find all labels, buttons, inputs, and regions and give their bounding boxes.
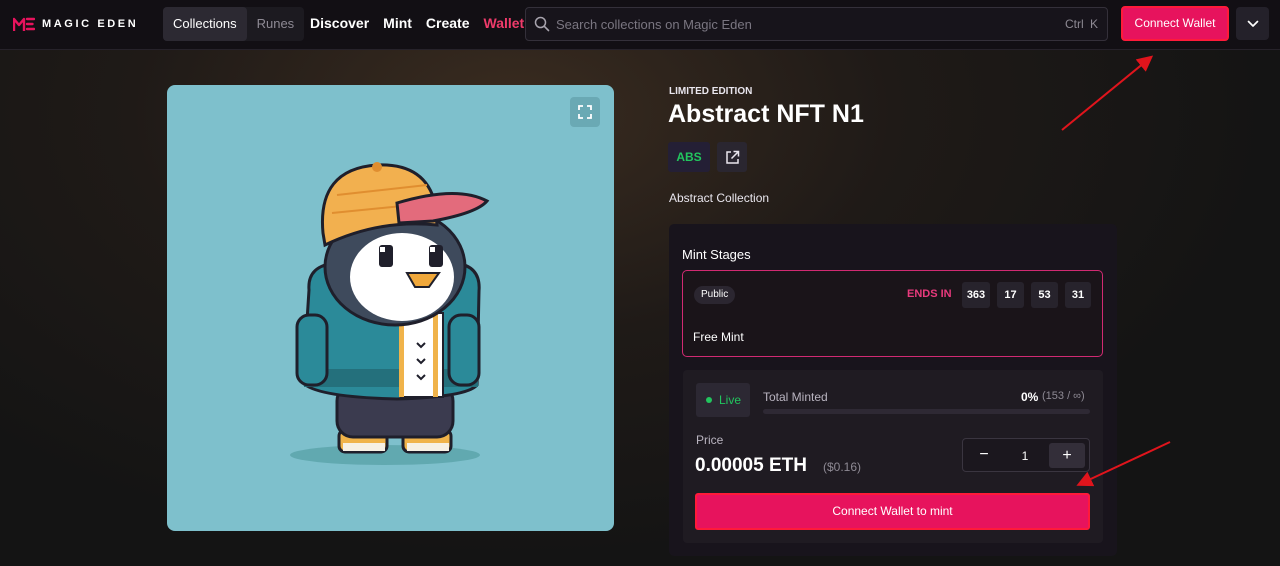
price-usd: ($0.16) <box>823 460 862 474</box>
chevron-down-icon <box>1247 20 1258 27</box>
nav-wallet[interactable]: Wallet <box>484 15 525 31</box>
countdown-hours: 17 <box>997 282 1024 308</box>
live-dot-icon <box>706 397 712 403</box>
search-icon <box>534 16 550 32</box>
nav-mint[interactable]: Mint <box>383 15 412 31</box>
nft-artwork[interactable] <box>167 85 614 531</box>
live-status-badge: Live <box>696 383 750 417</box>
decrease-quantity-button[interactable]: − <box>969 443 999 467</box>
ends-in-label: ENDS IN <box>907 288 952 300</box>
mint-progress-bar <box>763 409 1090 414</box>
collections-tab[interactable]: Collections <box>163 7 247 41</box>
stage-name: Free Mint <box>693 330 744 344</box>
total-minted-percent: 0% <box>1021 390 1039 404</box>
magic-eden-logo[interactable]: MAGIC EDEN <box>13 15 138 33</box>
external-link-button[interactable] <box>717 142 747 172</box>
magic-eden-logo-icon <box>13 17 35 31</box>
main-nav: Discover Mint Create Wallet <box>310 15 524 31</box>
search-input[interactable] <box>556 8 1056 40</box>
search-bar[interactable]: Ctrl K <box>525 7 1108 41</box>
logo-wordmark: MAGIC EDEN <box>42 18 139 30</box>
stage-badge: Public <box>694 286 736 304</box>
chain-chip-abs[interactable]: ABS <box>668 142 710 172</box>
top-nav-bar: MAGIC EDEN Collections Runes Discover Mi… <box>0 0 1280 50</box>
quantity-value[interactable]: 1 <box>1015 449 1035 463</box>
increase-quantity-button[interactable]: + <box>1049 443 1085 468</box>
connect-wallet-to-mint-button[interactable]: Connect Wallet to mint <box>695 493 1090 530</box>
edition-label: LIMITED EDITION <box>669 86 753 97</box>
total-minted-count: (153 / ∞) <box>1042 390 1085 402</box>
countdown-minutes: 53 <box>1031 282 1058 308</box>
live-label: Live <box>719 393 742 407</box>
penguin-nft-image <box>290 162 490 465</box>
connect-wallet-button[interactable]: Connect Wallet <box>1121 6 1229 41</box>
market-type-toggle: Collections Runes <box>163 7 305 41</box>
arrow-to-connect-wallet <box>1061 55 1154 131</box>
total-minted-label: Total Minted <box>763 390 828 404</box>
collection-name[interactable]: Abstract Collection <box>669 191 769 205</box>
runes-tab[interactable]: Runes <box>247 7 305 41</box>
nav-create[interactable]: Create <box>426 15 470 31</box>
account-menu-button[interactable] <box>1236 7 1269 40</box>
countdown-days: 363 <box>962 282 990 308</box>
external-link-icon <box>725 150 739 164</box>
nft-title: Abstract NFT N1 <box>668 100 864 128</box>
price-label: Price <box>696 433 724 447</box>
expand-icon <box>578 105 592 119</box>
search-shortcut-hint: Ctrl K <box>1065 17 1098 31</box>
fullscreen-button[interactable] <box>570 97 600 127</box>
mint-stages-title: Mint Stages <box>682 247 751 262</box>
countdown-seconds: 31 <box>1065 282 1091 308</box>
price-value: 0.00005 ETH <box>695 455 807 476</box>
nav-discover[interactable]: Discover <box>310 15 369 31</box>
